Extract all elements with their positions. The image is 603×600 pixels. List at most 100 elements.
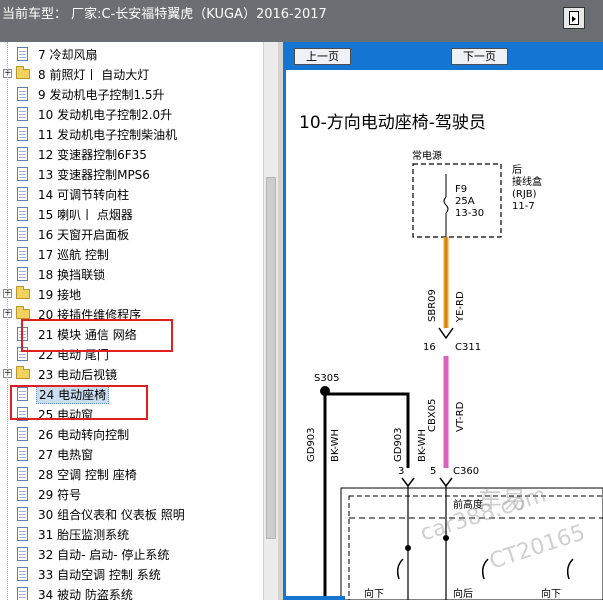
conn2-name: C360 — [453, 466, 479, 477]
tree-item[interactable]: 12 变速器控制6F35 — [0, 144, 262, 164]
switch-contact-a — [396, 558, 404, 580]
gnd2-color: BK-WH — [417, 429, 428, 462]
folder-icon — [16, 66, 30, 79]
fuse-pins: 13-30 — [455, 208, 484, 219]
gnd1-color: BK-WH — [330, 429, 341, 462]
tree-item-label: 31 胎压监测系统 — [38, 528, 130, 542]
tree-item-label: 12 变速器控制6F35 — [38, 148, 147, 162]
tree-item[interactable]: +19 接地 — [0, 284, 262, 304]
document-icon — [17, 167, 28, 181]
tree-scrollbar[interactable] — [263, 42, 278, 600]
tree-item[interactable]: 16 天窗开启面板 — [0, 224, 262, 244]
down1-label: 向下 — [364, 587, 384, 600]
tree-item[interactable]: +8 前照灯丨 自动大灯 — [0, 64, 262, 84]
conn1-pin: 16 — [423, 342, 436, 353]
tree-item[interactable]: 30 组合仪表和 仪表板 照明 — [0, 504, 262, 524]
gnd2-code: GD903 — [393, 427, 404, 462]
tree-item[interactable]: 31 胎压监测系统 — [0, 524, 262, 544]
tree-item[interactable]: 11 发动机电子控制柴油机 — [0, 124, 262, 144]
tree-item-label: 14 可调节转向柱 — [38, 188, 130, 202]
tree-item[interactable]: 7 冷却风扇 — [0, 44, 262, 64]
connector-c360-arrow-b — [439, 477, 453, 488]
tree-item[interactable]: 27 电热窗 — [0, 444, 262, 464]
window-title: 当前车型： 厂家:C-长安福特翼虎（KUGA）2016-2017 — [2, 7, 327, 22]
tree-item[interactable]: 29 符号 — [0, 484, 262, 504]
tree-item-label: 27 电热窗 — [38, 448, 94, 462]
back-label: 向后 — [453, 587, 473, 600]
toggle-pane-button[interactable] — [563, 7, 585, 29]
conn2-pin-b: 5 — [430, 466, 436, 477]
tree-item-label: 15 喇叭丨 点烟器 — [38, 208, 133, 222]
tree-item[interactable]: 13 变速器控制MPS6 — [0, 164, 262, 184]
switch-contact-c — [566, 558, 574, 580]
highlight-box-seat — [10, 385, 148, 420]
document-icon — [17, 467, 28, 481]
gnd1-code: GD903 — [306, 427, 317, 462]
junction-line1: 后 — [512, 164, 522, 176]
document-icon — [17, 247, 28, 261]
conn1-name: C311 — [455, 342, 481, 353]
document-icon — [17, 447, 28, 461]
document-icon — [17, 267, 28, 281]
wire1-code: SBR09 — [427, 289, 438, 322]
junction-line3: (RJB) — [512, 189, 537, 200]
tree-item-label: 28 空调 控制 座椅 — [38, 468, 137, 482]
tree-item[interactable]: 14 可调节转向柱 — [0, 184, 262, 204]
document-icon — [17, 427, 28, 441]
highlight-box-modules — [21, 319, 173, 352]
document-icon — [17, 87, 28, 101]
document-icon — [17, 547, 28, 561]
folder-icon — [16, 306, 30, 319]
scrollbar-thumb[interactable] — [266, 177, 276, 539]
tree-item-label: 32 自动- 启动- 停止系统 — [38, 548, 170, 562]
junction-line2: 接线盒 — [512, 175, 542, 188]
document-icon — [17, 107, 28, 121]
tree-item-label: 9 发动机电子控制1.5升 — [38, 88, 165, 102]
tree-item[interactable]: 26 电动转向控制 — [0, 424, 262, 444]
tree-item-label: 8 前照灯丨 自动大灯 — [38, 68, 150, 82]
document-icon — [17, 187, 28, 201]
document-icon — [17, 587, 28, 600]
switch-contact-b — [481, 558, 489, 580]
tree-item[interactable]: 34 被动 防盗系统 — [0, 584, 262, 600]
connector-c360-arrow-a — [401, 477, 415, 488]
tree-item-label: 13 变速器控制MPS6 — [38, 168, 150, 182]
folder-icon — [16, 366, 30, 379]
tree-item-label: 33 自动空调 控制 系统 — [38, 568, 161, 582]
tree-item-label: 16 天窗开启面板 — [38, 228, 130, 242]
wire2-code: CBX05 — [427, 399, 438, 432]
tree-item[interactable]: 28 空调 控制 座椅 — [0, 464, 262, 484]
tree-item-label: 18 换挡联锁 — [38, 268, 106, 282]
tree-item-label: 29 符号 — [38, 488, 82, 502]
tree-item-label: 17 巡航 控制 — [38, 248, 109, 262]
tree-item-label: 7 冷却风扇 — [38, 48, 98, 62]
tree-item-label: 23 电动后视镜 — [38, 368, 118, 382]
wire2-color: VT-RD — [455, 401, 466, 432]
document-icon — [17, 147, 28, 161]
tree-item[interactable]: 15 喇叭丨 点烟器 — [0, 204, 262, 224]
document-icon — [17, 207, 28, 221]
tree-item[interactable]: 10 发动机电子控制2.0升 — [0, 104, 262, 124]
power-label: 常电源 — [412, 149, 442, 162]
splice-label: S305 — [314, 373, 339, 384]
down2-label: 向下 — [541, 587, 561, 600]
tree-item[interactable]: 9 发动机电子控制1.5升 — [0, 84, 262, 104]
document-icon — [17, 227, 28, 241]
tree-item-label: 11 发动机电子控制柴油机 — [38, 128, 178, 142]
tree-guide-line — [7, 42, 8, 600]
document-icon — [17, 487, 28, 501]
tree-item-label: 34 被动 防盗系统 — [38, 588, 133, 600]
document-icon — [17, 527, 28, 541]
tree-item[interactable]: 18 换挡联锁 — [0, 264, 262, 284]
viewer-bottom-bar — [283, 596, 345, 600]
document-viewer: 上一页 下一页 10-方向电动座椅-驾驶员 常电源 后 接线盒 (RJB) 11… — [283, 42, 603, 600]
document-icon — [17, 507, 28, 521]
tree-item-label: 10 发动机电子控制2.0升 — [38, 108, 173, 122]
tree-item[interactable]: +23 电动后视镜 — [0, 364, 262, 384]
fuse-name: F9 — [455, 184, 467, 195]
tree-item[interactable]: 32 自动- 启动- 停止系统 — [0, 544, 262, 564]
tree-item[interactable]: 17 巡航 控制 — [0, 244, 262, 264]
tree-item-label: 30 组合仪表和 仪表板 照明 — [38, 508, 185, 522]
tree-item[interactable]: 33 自动空调 控制 系统 — [0, 564, 262, 584]
title-bar: 当前车型： 厂家:C-长安福特翼虎（KUGA）2016-2017 — [0, 0, 603, 42]
